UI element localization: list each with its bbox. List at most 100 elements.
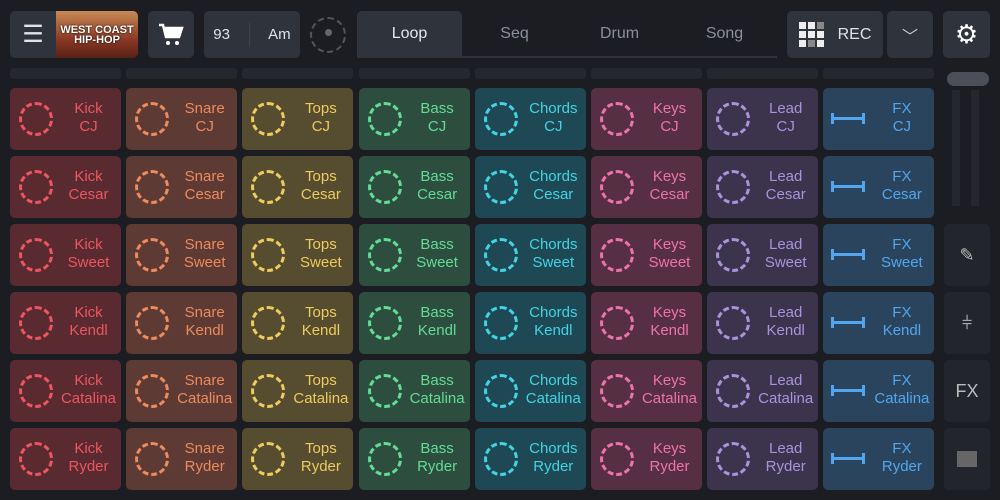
pad-fx-cesar[interactable]: FX Cesar [823,156,935,218]
loop-ring-icon [367,442,402,476]
pad-keys-catalina[interactable]: Keys Catalina [591,360,702,422]
pad-fx-cj[interactable]: FX CJ [823,88,935,150]
loop-ring-icon [716,442,751,476]
tab-seq[interactable]: Seq [462,11,567,56]
column-header[interactable] [707,68,819,79]
pad-chords-sweet[interactable]: Chords Sweet [474,224,586,286]
record-options-button[interactable]: ﹀ [887,11,933,58]
pad-snare-cesar[interactable]: Snare Cesar [126,156,238,218]
column-header[interactable] [358,68,470,79]
pad-lead-cesar[interactable]: Lead Cesar [707,156,819,218]
pad-variation: Ryder [68,458,109,475]
stop-button[interactable] [944,428,990,490]
pad-tops-catalina[interactable]: Tops Catalina [242,360,354,422]
column-header[interactable] [823,68,935,79]
pad-keys-cj[interactable]: Keys CJ [591,88,702,150]
pad-tops-cj[interactable]: Tops CJ [242,88,354,150]
tab-loop[interactable]: Loop [357,11,462,56]
pad-instrument: Bass [420,440,454,457]
pad-bass-ryder[interactable]: Bass Ryder [358,428,470,490]
pad-label: Tops Catalina [288,372,353,408]
pad-kick-sweet[interactable]: Kick Sweet [10,224,121,286]
pad-snare-kendl[interactable]: Snare Kendl [126,292,238,354]
pad-kick-cj[interactable]: Kick CJ [10,88,121,150]
pad-chords-ryder[interactable]: Chords Ryder [474,428,586,490]
slider-track [952,90,960,206]
pad-instrument: Chords [529,440,578,457]
pad-bass-cesar[interactable]: Bass Cesar [358,156,470,218]
pad-lead-ryder[interactable]: Lead Ryder [707,428,819,490]
pad-label: Tops CJ [288,100,353,136]
pad-fx-catalina[interactable]: FX Catalina [823,360,935,422]
pad-keys-cesar[interactable]: Keys Cesar [591,156,702,218]
pad-instrument: Kick [74,440,103,457]
volume-slider-handle[interactable] [947,72,989,86]
slider-track [971,90,979,206]
loop-ring-icon [716,306,751,340]
pad-tops-cesar[interactable]: Tops Cesar [242,156,354,218]
pad-variation: Ryder [649,458,690,475]
pad-bass-kendl[interactable]: Bass Kendl [358,292,470,354]
tempo-key-button[interactable]: 93 Am [204,11,300,58]
pad-lead-sweet[interactable]: Lead Sweet [707,224,819,286]
pad-variation: Ryder [300,458,341,475]
pad-label: Bass CJ [405,100,470,136]
pad-instrument: Chords [529,372,578,389]
pad-tops-ryder[interactable]: Tops Ryder [242,428,354,490]
column-header[interactable] [242,68,354,79]
pad-variation: Catalina [60,390,117,407]
loop-ring-icon [367,102,402,136]
pad-tops-kendl[interactable]: Tops Kendl [242,292,354,354]
volume-knob[interactable] [310,17,346,53]
column-header[interactable] [474,68,586,79]
pad-chords-cesar[interactable]: Chords Cesar [474,156,586,218]
edit-button[interactable]: ✎ [944,224,990,286]
column-header[interactable] [591,68,702,79]
pad-lead-cj[interactable]: Lead CJ [707,88,819,150]
pad-fx-kendl[interactable]: FX Kendl [823,292,935,354]
pad-snare-ryder[interactable]: Snare Ryder [126,428,238,490]
fx-button[interactable]: FX [944,360,990,422]
pad-keys-kendl[interactable]: Keys Kendl [591,292,702,354]
pad-label: Keys Sweet [637,236,702,272]
pad-bass-sweet[interactable]: Bass Sweet [358,224,470,286]
pad-variation: Kendl [766,322,805,339]
pad-chords-kendl[interactable]: Chords Kendl [474,292,586,354]
pad-bass-catalina[interactable]: Bass Catalina [358,360,470,422]
pad-keys-sweet[interactable]: Keys Sweet [591,224,702,286]
mixer-button[interactable]: ⫩ [944,292,990,354]
pad-instrument: Snare [184,440,225,457]
pad-label: FX Sweet [869,236,934,272]
pad-snare-cj[interactable]: Snare CJ [126,88,238,150]
menu-button[interactable]: ☰ [10,11,56,58]
loop-ring-icon [135,170,170,204]
record-button[interactable]: REC [787,11,883,58]
tab-song[interactable]: Song [672,11,777,56]
column-header[interactable] [10,68,121,79]
pad-lead-kendl[interactable]: Lead Kendl [707,292,819,354]
pad-kick-cesar[interactable]: Kick Cesar [10,156,121,218]
pad-instrument: Bass [420,304,454,321]
pad-snare-sweet[interactable]: Snare Sweet [126,224,238,286]
pad-kick-kendl[interactable]: Kick Kendl [10,292,121,354]
column-header[interactable] [126,68,238,79]
pad-snare-catalina[interactable]: Snare Catalina [126,360,238,422]
pad-kick-ryder[interactable]: Kick Ryder [10,428,121,490]
pad-instrument: Lead [769,236,803,253]
pad-fx-ryder[interactable]: FX Ryder [823,428,935,490]
settings-button[interactable]: ⚙ [943,11,990,58]
tab-drum[interactable]: Drum [567,11,672,56]
pad-label: Lead Ryder [753,440,818,476]
pad-kick-catalina[interactable]: Kick Catalina [10,360,121,422]
pad-chords-cj[interactable]: Chords CJ [474,88,586,150]
pad-variation: Kendl [69,322,108,339]
shop-button[interactable] [148,11,194,58]
pad-keys-ryder[interactable]: Keys Ryder [591,428,702,490]
pad-bass-cj[interactable]: Bass CJ [358,88,470,150]
pad-lead-catalina[interactable]: Lead Catalina [707,360,819,422]
sound-pack-cover[interactable]: WEST COAST HIP-HOP [56,11,138,58]
pad-chords-catalina[interactable]: Chords Catalina [474,360,586,422]
pad-variation: Sweet [416,254,458,271]
pad-fx-sweet[interactable]: FX Sweet [823,224,935,286]
pad-tops-sweet[interactable]: Tops Sweet [242,224,354,286]
